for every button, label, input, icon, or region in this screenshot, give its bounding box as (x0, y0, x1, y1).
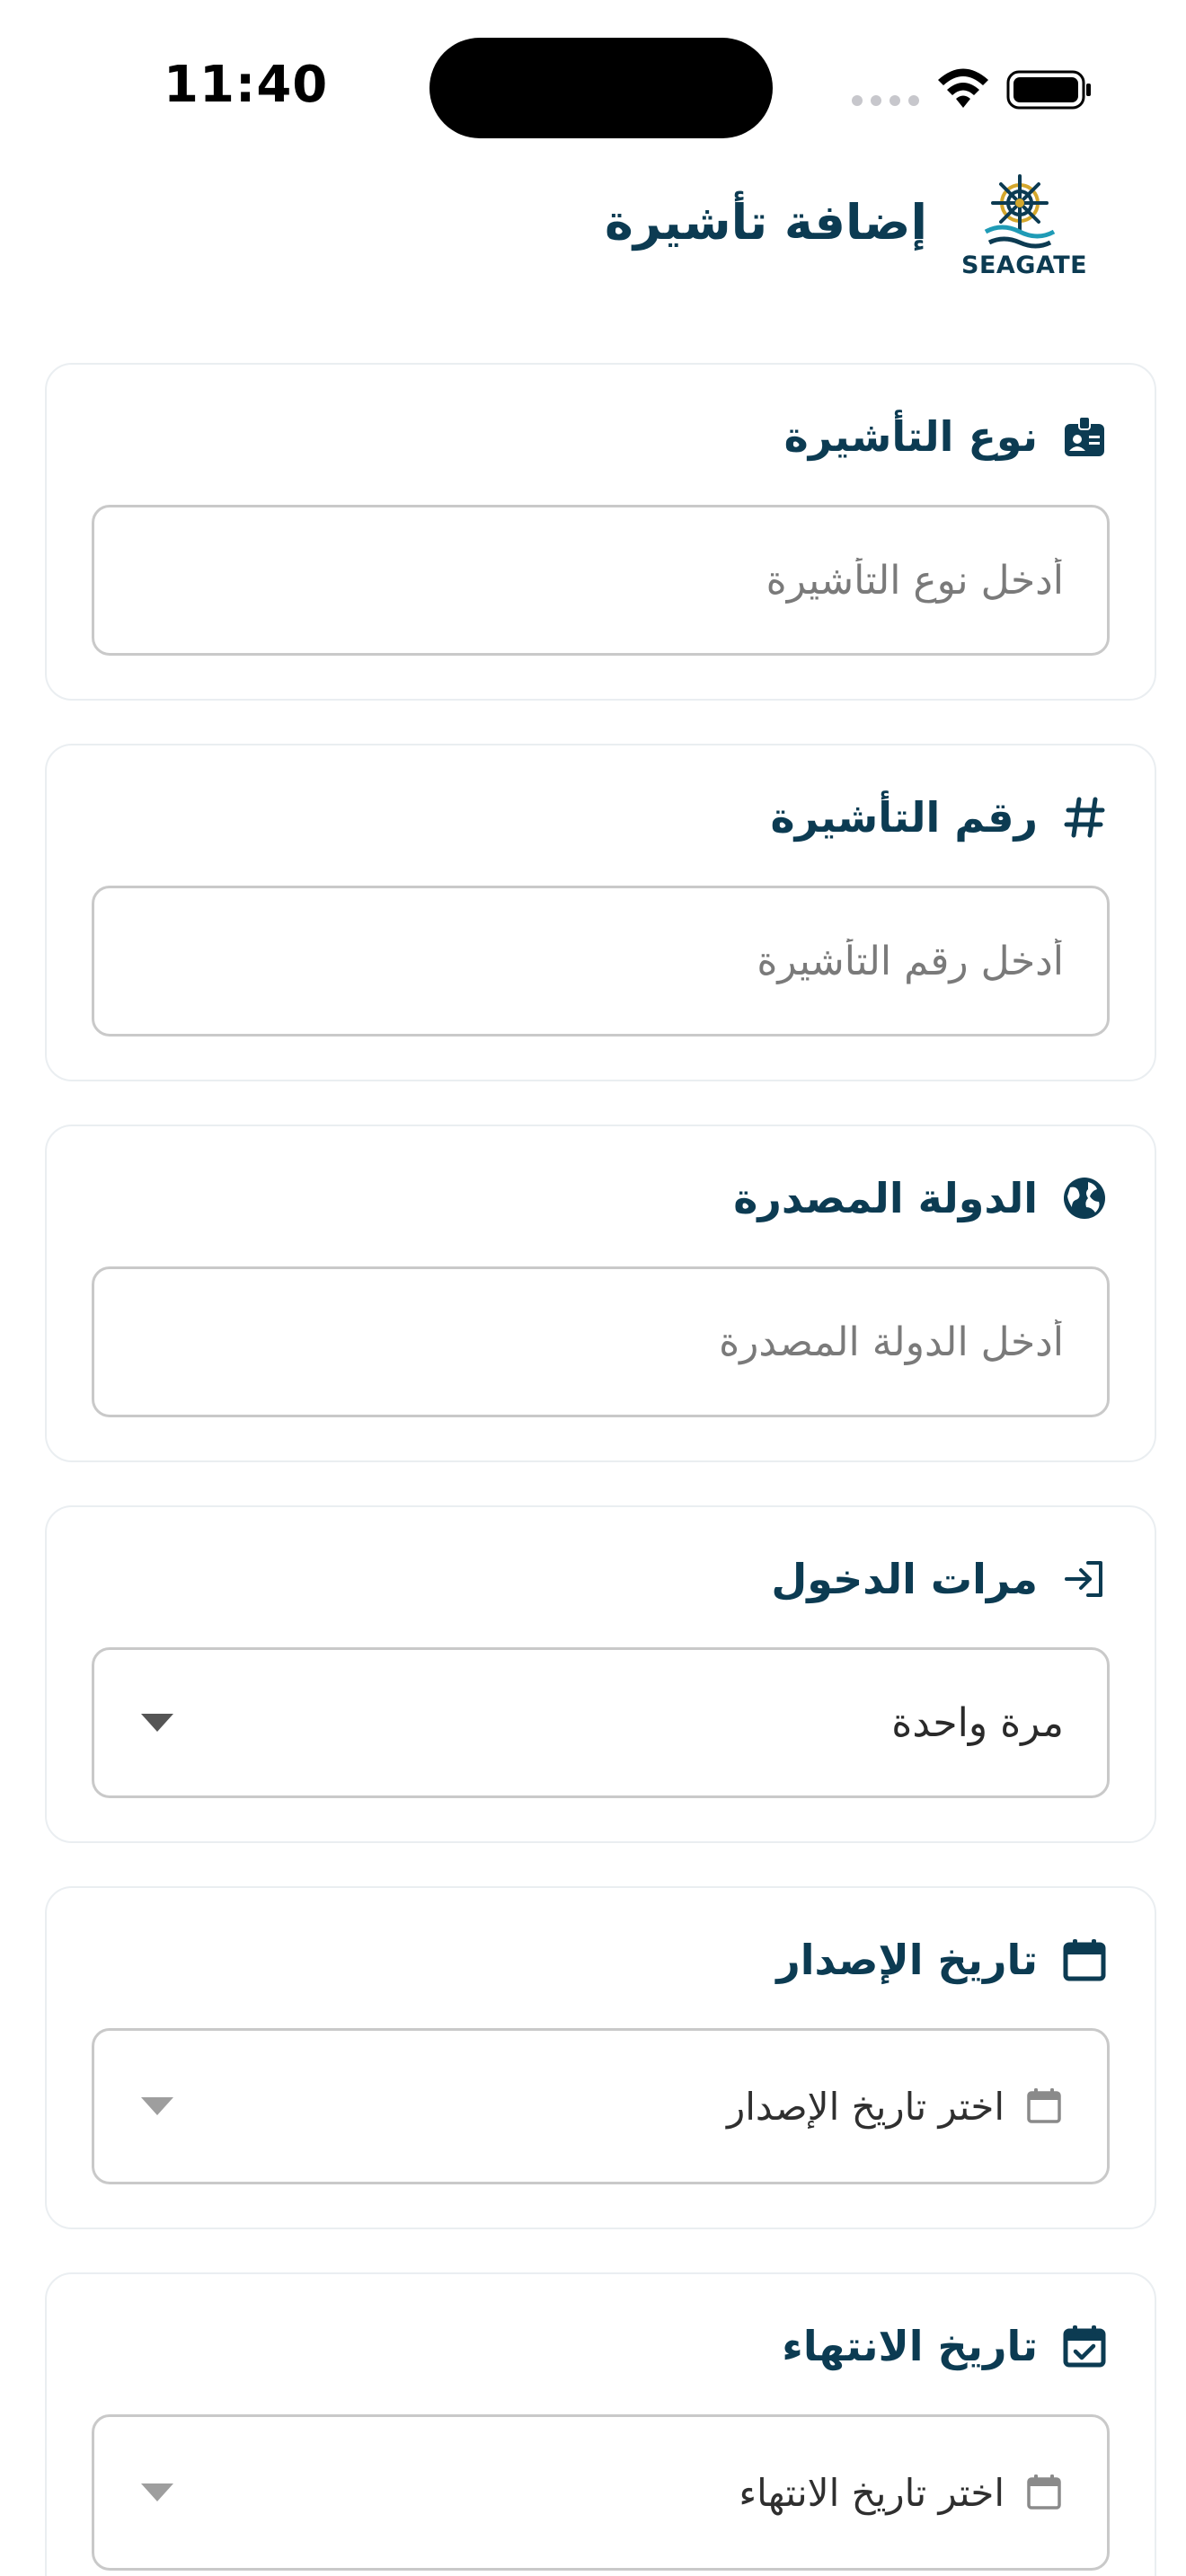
expiry-date-label-row: تاريخ الانتهاء (782, 2317, 1110, 2375)
seagate-logo: SEAGATE (961, 167, 1088, 279)
issue-date-card: تاريخ الإصدار اختر تاريخ الإصدار (45, 1886, 1156, 2229)
visa-number-input[interactable] (137, 938, 1064, 984)
visa-number-label: رقم التأشيرة (770, 793, 1038, 842)
id-badge-icon (1059, 411, 1110, 462)
ship-wheel-icon (984, 174, 1056, 249)
visa-type-field[interactable] (92, 505, 1110, 656)
visa-number-label-row: رقم التأشيرة (770, 789, 1110, 846)
screen: 11:40 إضافة تأشيرة SEAGATE نوع التأشيرة … (0, 0, 1186, 2576)
issue-date-display: اختر تاريخ الإصدار (727, 2085, 1064, 2129)
status-bar: 11:40 (0, 0, 1186, 162)
calendar-check-icon (1059, 2321, 1110, 2371)
chevron-down-icon[interactable] (141, 2483, 173, 2501)
expiry-date-card: تاريخ الانتهاء اختر تاريخ الانتهاء (45, 2272, 1156, 2576)
visa-type-label: نوع التأشيرة (783, 412, 1038, 461)
expiry-date-picker[interactable]: اختر تاريخ الانتهاء (92, 2414, 1110, 2571)
entries-selected-value: مرة واحدة (891, 1699, 1064, 1746)
calendar-small-icon (1027, 2088, 1061, 2123)
issuing-country-card: الدولة المصدرة (45, 1125, 1156, 1462)
visa-type-input[interactable] (137, 557, 1064, 604)
status-time: 11:40 (164, 56, 329, 114)
chevron-down-icon[interactable] (141, 2097, 173, 2115)
expiry-date-display: اختر تاريخ الانتهاء (739, 2471, 1064, 2515)
login-icon (1059, 1554, 1110, 1604)
cellular-signal-icon (852, 95, 919, 106)
battery-icon (1006, 70, 1091, 110)
issuing-country-input[interactable] (137, 1319, 1064, 1365)
issue-date-placeholder: اختر تاريخ الإصدار (726, 2084, 1005, 2129)
page-title: إضافة تأشيرة (604, 194, 927, 251)
visa-number-field[interactable] (92, 886, 1110, 1037)
issue-date-label-row: تاريخ الإصدار (776, 1931, 1110, 1989)
issuing-country-field[interactable] (92, 1266, 1110, 1417)
entries-card: مرات الدخول مرة واحدة (45, 1505, 1156, 1843)
issue-date-picker[interactable]: اختر تاريخ الإصدار (92, 2028, 1110, 2184)
issuing-country-label-row: الدولة المصدرة (733, 1169, 1110, 1227)
visa-number-card: رقم التأشيرة (45, 744, 1156, 1081)
entries-label-row: مرات الدخول (771, 1550, 1110, 1608)
calendar-small-icon (1027, 2475, 1061, 2510)
entries-label: مرات الدخول (771, 1555, 1038, 1603)
globe-icon (1059, 1173, 1110, 1223)
wifi-icon (938, 68, 988, 108)
expiry-date-label: تاريخ الانتهاء (782, 2322, 1038, 2370)
entries-select[interactable]: مرة واحدة (92, 1647, 1110, 1798)
issuing-country-label: الدولة المصدرة (733, 1174, 1038, 1222)
visa-type-label-row: نوع التأشيرة (784, 408, 1110, 465)
expiry-date-placeholder: اختر تاريخ الانتهاء (739, 2470, 1005, 2515)
hash-icon (1059, 792, 1110, 842)
logo-text: SEAGATE (961, 251, 1088, 279)
dynamic-island (429, 38, 773, 138)
issue-date-label: تاريخ الإصدار (776, 1936, 1038, 1984)
chevron-down-icon[interactable] (141, 1714, 173, 1732)
header: إضافة تأشيرة SEAGATE (0, 162, 1186, 287)
calendar-icon (1059, 1935, 1110, 1985)
visa-type-card: نوع التأشيرة (45, 363, 1156, 701)
